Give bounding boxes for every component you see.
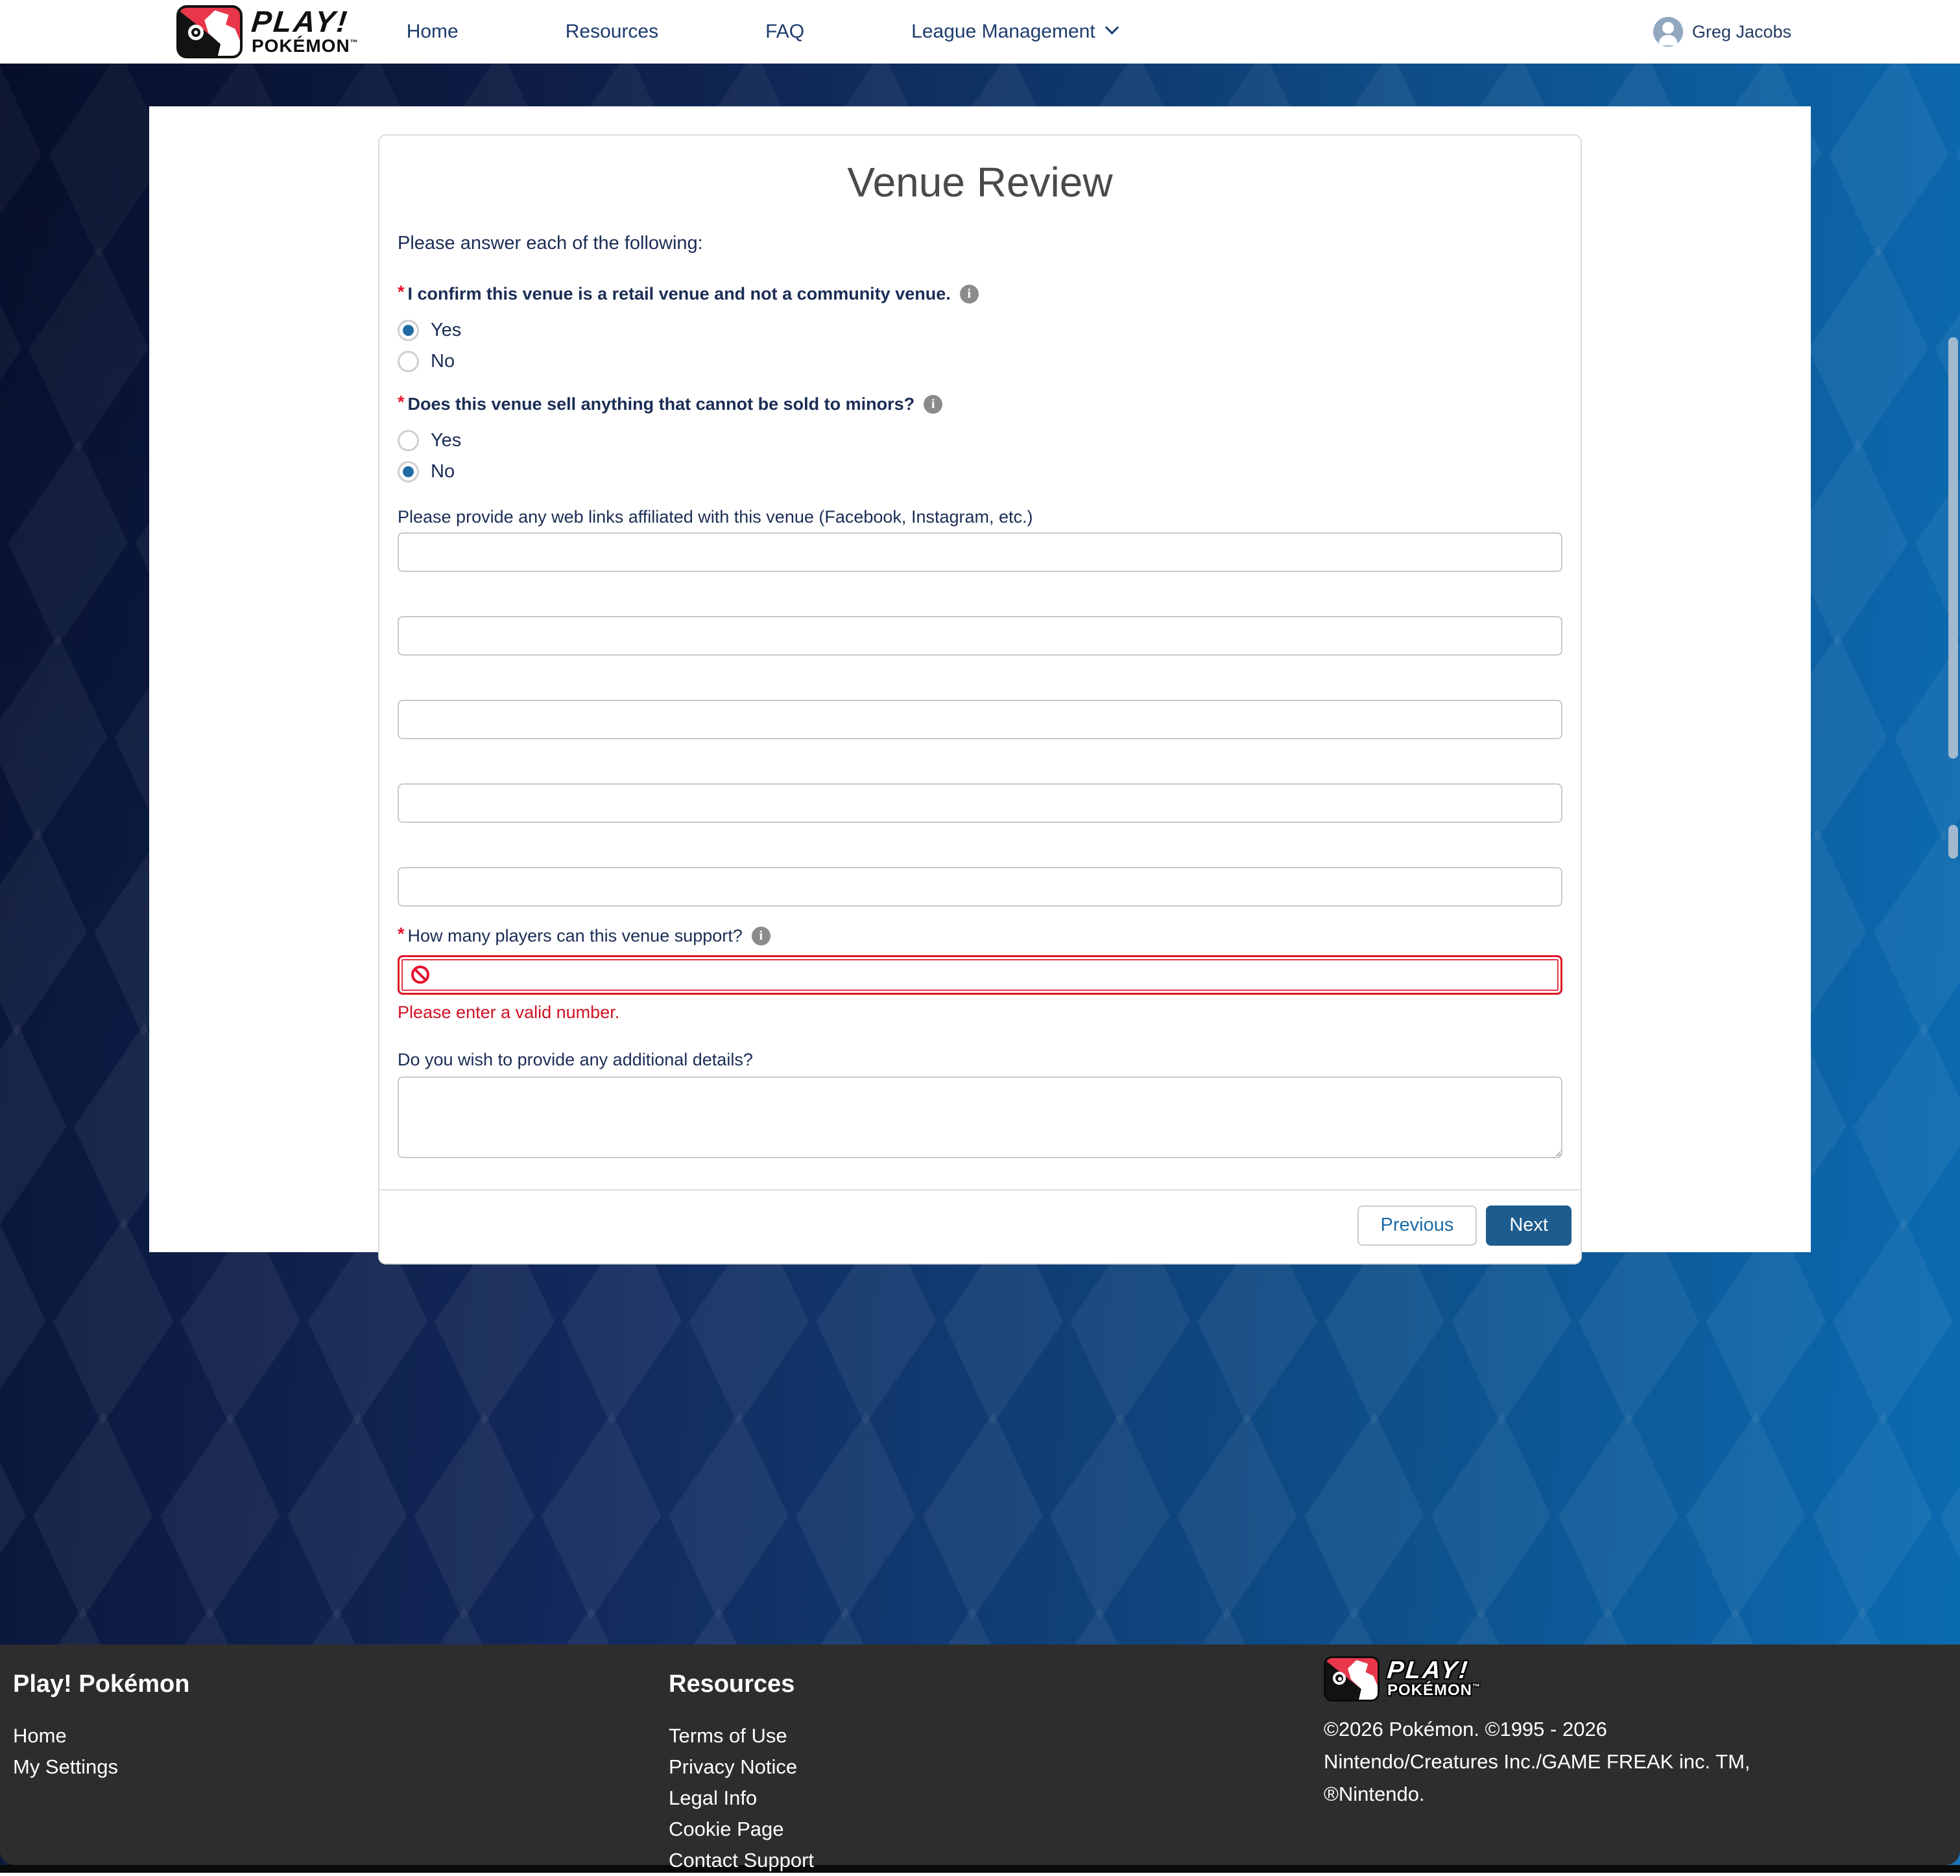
player-capacity-input[interactable]	[398, 955, 1562, 995]
nav-item-resources[interactable]: Resources	[566, 21, 658, 43]
weblinks-label: Please provide any web links affiliated …	[398, 507, 1562, 527]
footer-heading: Play! Pokémon	[13, 1670, 189, 1698]
form-footer-actions: Previous Next	[379, 1189, 1581, 1263]
venue-review-form: Venue Review Please answer each of the f…	[379, 159, 1581, 1158]
previous-button[interactable]: Previous	[1357, 1205, 1477, 1246]
footer-heading: Resources	[669, 1670, 814, 1698]
radio-button-retail-no[interactable]	[398, 351, 419, 372]
logo-pokemon-text: POKÉMON™	[1387, 1682, 1481, 1698]
footer-link-legal-info[interactable]: Legal Info	[669, 1783, 814, 1814]
footer-column-play-pokemon: Play! Pokémon Home My Settings	[13, 1670, 189, 1783]
player-capacity-field-wrap	[398, 955, 1562, 995]
required-asterisk: *	[398, 924, 405, 944]
scrollbar-thumb[interactable]	[1948, 337, 1958, 759]
info-icon[interactable]: i	[924, 395, 942, 414]
trainer-silhouette-icon	[1347, 1660, 1380, 1702]
question-player-capacity: * How many players can this venue suppor…	[398, 926, 1562, 946]
footer-link-terms-of-use[interactable]: Terms of Use	[669, 1720, 814, 1751]
footer-link-privacy-notice[interactable]: Privacy Notice	[669, 1751, 814, 1783]
additional-details-label: Do you wish to provide any additional de…	[398, 1050, 1562, 1070]
content-panel: Venue Review Please answer each of the f…	[149, 106, 1811, 1252]
nav-item-league-management[interactable]: League Management	[911, 21, 1117, 43]
site-footer: Play! Pokémon Home My Settings Resources…	[0, 1644, 1960, 1865]
pokeball-icon	[188, 25, 204, 40]
info-icon[interactable]: i	[960, 285, 979, 303]
trademark-symbol: ™	[350, 38, 359, 47]
user-avatar-icon	[1653, 17, 1683, 47]
pokeball-icon	[1333, 1672, 1346, 1685]
validation-error-message: Please enter a valid number.	[398, 1003, 1562, 1023]
logo-play-text: PLAY!	[250, 8, 360, 36]
footer-link-contact-support[interactable]: Contact Support	[669, 1845, 814, 1876]
footer-column-resources: Resources Terms of Use Privacy Notice Le…	[669, 1670, 814, 1876]
footer-play-pokemon-logo: PLAY! POKÉMON™	[1324, 1654, 1751, 1704]
chevron-down-icon	[1105, 21, 1119, 34]
radio-option-minors-no: No	[398, 461, 1562, 482]
radio-option-retail-yes: Yes	[398, 320, 1562, 341]
weblink-input-5[interactable]	[398, 867, 1562, 907]
weblink-input-1[interactable]	[398, 532, 1562, 572]
footer-link-home[interactable]: Home	[13, 1720, 189, 1751]
required-asterisk: *	[398, 392, 405, 412]
footer-link-cookie-page[interactable]: Cookie Page	[669, 1814, 814, 1845]
required-asterisk: *	[398, 282, 405, 302]
weblink-input-2[interactable]	[398, 616, 1562, 656]
copyright-text: ©2026 Pokémon. ©1995 - 2026 Nintendo/Cre…	[1324, 1713, 1751, 1811]
trainer-silhouette-icon	[204, 10, 243, 58]
radio-label: No	[431, 461, 455, 482]
main-nav: Home Resources FAQ League Management	[407, 21, 1117, 43]
nav-item-home[interactable]: Home	[407, 21, 459, 43]
logo-text: PLAY! POKÉMON™	[252, 8, 359, 55]
radio-label: Yes	[431, 320, 461, 341]
logo-play-text: PLAY!	[1386, 1659, 1482, 1682]
radio-button-minors-no[interactable]	[398, 461, 419, 482]
pokemon-trainer-badge-icon	[1324, 1656, 1380, 1702]
pokemon-trainer-badge-icon	[176, 5, 243, 58]
user-menu[interactable]: Greg Jacobs	[1653, 0, 1791, 64]
page: PLAY! POKÉMON™ Home Resources FAQ League…	[0, 0, 1960, 1873]
trademark-symbol: ™	[1472, 1682, 1481, 1691]
top-nav-bar: PLAY! POKÉMON™ Home Resources FAQ League…	[0, 0, 1960, 64]
radio-option-retail-no: No	[398, 351, 1562, 372]
venue-review-card: Venue Review Please answer each of the f…	[378, 134, 1582, 1265]
logo-text: PLAY! POKÉMON™	[1387, 1659, 1481, 1698]
nav-item-faq[interactable]: FAQ	[765, 21, 804, 43]
logo-pokemon-text: POKÉMON™	[252, 36, 359, 55]
footer-link-my-settings[interactable]: My Settings	[13, 1751, 189, 1783]
radio-option-minors-yes: Yes	[398, 430, 1562, 451]
question-retail-venue: * I confirm this venue is a retail venue…	[398, 284, 1562, 304]
copyright-line: ©2026 Pokémon. ©1995 - 2026	[1324, 1713, 1751, 1746]
radio-label: No	[431, 351, 455, 372]
copyright-line: ®Nintendo.	[1324, 1778, 1751, 1811]
footer-column-legal: PLAY! POKÉMON™ ©2026 Pokémon. ©1995 - 20…	[1324, 1654, 1751, 1811]
radio-button-minors-yes[interactable]	[398, 430, 419, 451]
question-sold-to-minors: * Does this venue sell anything that can…	[398, 394, 1562, 414]
radio-label: Yes	[431, 430, 461, 451]
page-title: Venue Review	[398, 159, 1562, 207]
scrollbar-thumb-fragment[interactable]	[1948, 825, 1958, 859]
user-name: Greg Jacobs	[1692, 22, 1791, 42]
info-icon[interactable]: i	[752, 927, 771, 945]
weblink-input-4[interactable]	[398, 783, 1562, 823]
additional-details-textarea[interactable]	[398, 1076, 1562, 1158]
radio-button-retail-yes[interactable]	[398, 320, 419, 341]
copyright-line: Nintendo/Creatures Inc./GAME FREAK inc. …	[1324, 1746, 1751, 1778]
weblink-input-3[interactable]	[398, 700, 1562, 739]
play-pokemon-logo[interactable]: PLAY! POKÉMON™	[176, 5, 359, 59]
next-button[interactable]: Next	[1486, 1205, 1572, 1246]
page-bottom-strip	[0, 1865, 1960, 1873]
form-intro-text: Please answer each of the following:	[398, 233, 1562, 254]
